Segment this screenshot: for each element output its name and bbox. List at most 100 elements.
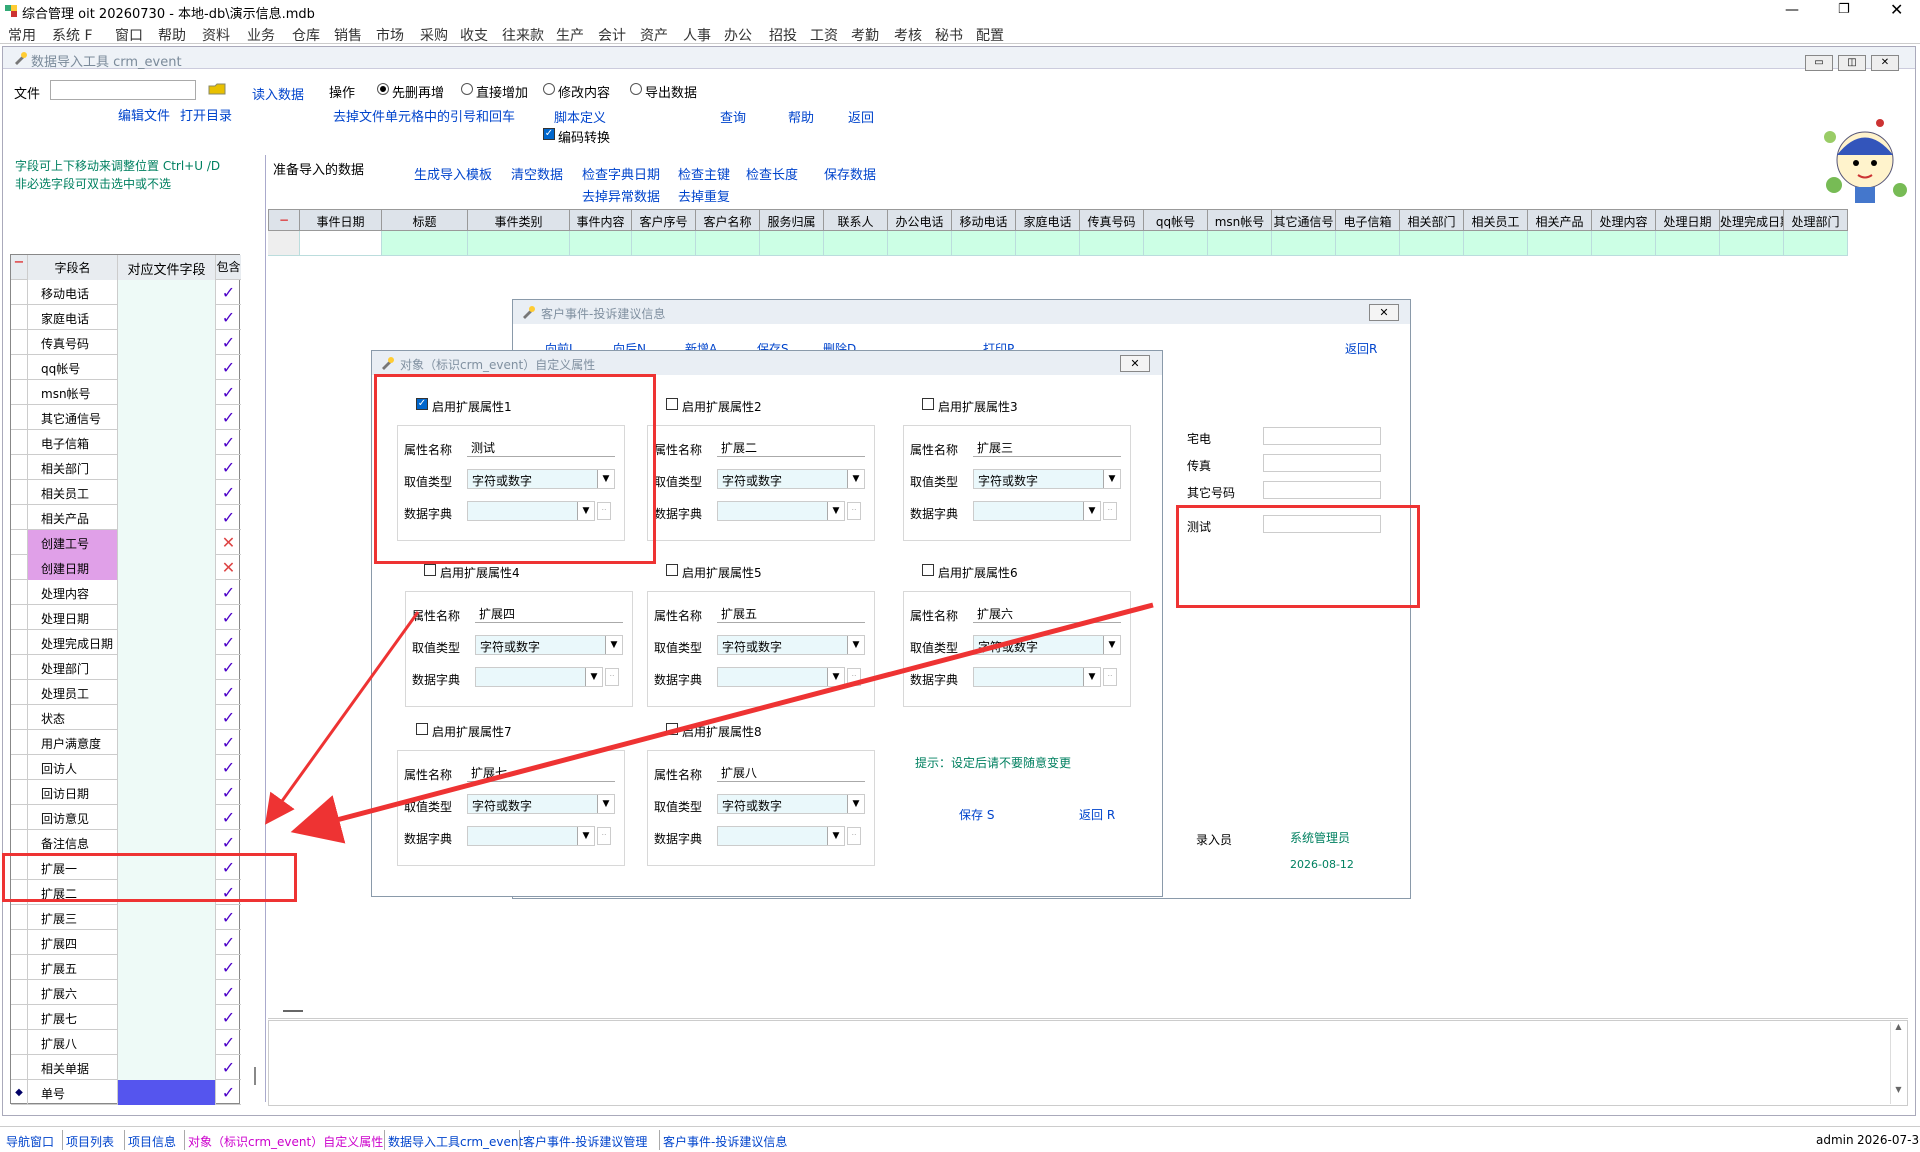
close-icon[interactable]: ✕ (1890, 0, 1903, 19)
dict-more-icon[interactable]: .. (605, 668, 619, 686)
check-icon[interactable]: ✓ (216, 830, 241, 855)
attr-name-input[interactable]: 扩展七 (467, 762, 615, 782)
menu-item[interactable]: 考核 (894, 25, 922, 45)
grid-cell[interactable] (632, 231, 696, 256)
column-header[interactable]: 处理部门 (1784, 209, 1848, 231)
value-type-select[interactable]: 字符或数字 ▼ (717, 635, 865, 655)
column-header[interactable]: 标题 (382, 209, 468, 231)
dict-select[interactable]: ▼ (717, 826, 845, 846)
field-row[interactable]: 处理完成日期 ✓ (11, 630, 241, 655)
value-type-select[interactable]: 字符或数字 ▼ (475, 635, 623, 655)
grid-cell[interactable] (570, 231, 632, 256)
file-field-cell[interactable] (118, 730, 216, 755)
grid-cell[interactable] (1784, 231, 1848, 256)
file-field-cell[interactable] (118, 305, 216, 330)
grid-cell[interactable] (1464, 231, 1528, 256)
file-field-cell[interactable] (118, 405, 216, 430)
column-header[interactable]: 其它通信号 (1272, 209, 1336, 231)
dict-select[interactable]: ▼ (475, 667, 603, 687)
dict-select[interactable]: ▼ (973, 501, 1101, 521)
field-row[interactable]: 状态 ✓ (11, 705, 241, 730)
edit-file-link[interactable]: 编辑文件 (118, 105, 170, 124)
field-row[interactable]: 创建日期 ✕ (11, 555, 241, 580)
enable-attr-checkbox[interactable] (666, 398, 678, 410)
action-link[interactable]: 清空数据 (511, 164, 563, 183)
field-row[interactable]: 移动电话 ✓ (11, 280, 241, 305)
check-icon[interactable]: ✓ (216, 805, 241, 830)
event-back-link[interactable]: 返回R (1345, 340, 1377, 357)
field-row[interactable]: 扩展七 ✓ (11, 1005, 241, 1030)
grid-cell[interactable] (300, 231, 382, 256)
menu-item[interactable]: 秘书 (935, 25, 963, 45)
attr-name-input[interactable]: 扩展六 (973, 603, 1121, 623)
field-row[interactable]: 处理部门 ✓ (11, 655, 241, 680)
check-icon[interactable]: ✓ (216, 605, 241, 630)
file-field-cell[interactable] (118, 1005, 216, 1030)
check-icon[interactable]: ✓ (216, 680, 241, 705)
file-input[interactable] (50, 80, 196, 100)
fax-input[interactable] (1263, 454, 1381, 472)
field-row[interactable]: 扩展三 ✓ (11, 905, 241, 930)
attr-name-input[interactable]: 扩展四 (475, 603, 623, 623)
chevron-down-icon[interactable]: ▼ (1103, 636, 1120, 654)
chevron-down-icon[interactable]: ▼ (1103, 470, 1120, 488)
chevron-down-icon[interactable]: ▼ (847, 636, 864, 654)
dict-more-icon[interactable]: .. (847, 502, 861, 520)
column-header[interactable]: 处理完成日期 (1720, 209, 1784, 231)
check-icon[interactable]: ✓ (216, 480, 241, 505)
field-row[interactable]: 相关部门 ✓ (11, 455, 241, 480)
op-radio-export[interactable] (630, 83, 642, 95)
menu-item[interactable]: 业务 (247, 25, 275, 45)
field-row[interactable]: 电子信箱 ✓ (11, 430, 241, 455)
menu-item[interactable]: 资产 (640, 25, 668, 45)
action-link[interactable]: 检查主键 (678, 164, 730, 183)
file-field-cell[interactable] (118, 705, 216, 730)
check-icon[interactable]: ✓ (216, 280, 241, 305)
chevron-down-icon[interactable]: ▼ (585, 668, 602, 686)
grid-cell[interactable] (1592, 231, 1656, 256)
file-field-cell[interactable] (118, 1080, 216, 1105)
op-radio-direct-add[interactable] (461, 83, 473, 95)
file-field-cell[interactable] (118, 530, 216, 555)
grid-cell[interactable] (1400, 231, 1464, 256)
file-field-cell[interactable] (118, 580, 216, 605)
chevron-down-icon[interactable]: ▼ (827, 827, 844, 845)
grid-cell[interactable] (888, 231, 952, 256)
column-header[interactable]: 联系人 (824, 209, 888, 231)
field-row[interactable]: 其它通信号 ✓ (11, 405, 241, 430)
menu-item[interactable]: 考勤 (851, 25, 879, 45)
chevron-down-icon[interactable]: ▼ (597, 795, 614, 813)
dict-select[interactable]: ▼ (973, 667, 1101, 687)
menu-item[interactable]: 市场 (376, 25, 404, 45)
grid-cell[interactable] (952, 231, 1016, 256)
attr-name-input[interactable]: 扩展五 (717, 603, 865, 623)
dict-select[interactable]: ▼ (467, 826, 595, 846)
column-header[interactable]: 办公电话 (888, 209, 952, 231)
column-header[interactable]: qq帐号 (1144, 209, 1208, 231)
field-row[interactable]: 处理内容 ✓ (11, 580, 241, 605)
menu-item[interactable]: 往来款 (502, 25, 544, 45)
cross-icon[interactable]: ✕ (216, 530, 241, 555)
attr-dialog-close-button[interactable]: ✕ (1120, 355, 1150, 372)
field-row[interactable]: 相关产品 ✓ (11, 505, 241, 530)
column-header[interactable]: 相关员工 (1464, 209, 1528, 231)
file-field-cell[interactable] (118, 805, 216, 830)
column-header[interactable]: msn帐号 (1208, 209, 1272, 231)
enable-attr-checkbox[interactable] (666, 723, 678, 735)
menu-item[interactable]: 生产 (556, 25, 584, 45)
file-field-cell[interactable] (118, 555, 216, 580)
field-row[interactable]: 扩展八 ✓ (11, 1030, 241, 1055)
column-header[interactable]: 移动电话 (952, 209, 1016, 231)
chevron-down-icon[interactable]: ▼ (827, 668, 844, 686)
dict-more-icon[interactable]: .. (1103, 668, 1117, 686)
dict-select[interactable]: ▼ (717, 667, 845, 687)
grid-cell[interactable] (382, 231, 468, 256)
file-field-cell[interactable] (118, 430, 216, 455)
action-link[interactable]: 去掉异常数据 (582, 186, 660, 205)
column-header[interactable]: 事件类别 (468, 209, 570, 231)
file-field-cell[interactable] (118, 1055, 216, 1080)
chevron-down-icon[interactable]: ▼ (1083, 502, 1100, 520)
check-icon[interactable]: ✓ (216, 930, 241, 955)
value-type-select[interactable]: 字符或数字 ▼ (973, 635, 1121, 655)
splitter-handle[interactable] (283, 1010, 303, 1012)
